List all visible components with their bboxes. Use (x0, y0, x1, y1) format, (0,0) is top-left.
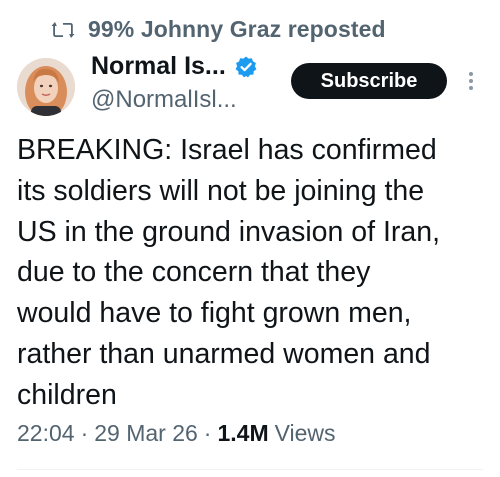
avatar-image (17, 58, 75, 116)
avatar[interactable] (17, 58, 75, 116)
more-options-icon[interactable] (464, 64, 478, 98)
views-label: Views (274, 420, 336, 446)
post-date[interactable]: 29 Mar 26 (94, 420, 198, 447)
subscribe-button[interactable]: Subscribe (291, 63, 447, 99)
author-name-row[interactable]: Normal Is... (91, 52, 258, 81)
views-count: 1.4M (217, 420, 269, 446)
meta-separator: · (80, 420, 89, 446)
more-options-dot (469, 79, 473, 83)
verified-badge-icon (235, 56, 257, 77)
more-options-dot (469, 86, 473, 90)
author-display-name[interactable]: Normal Is... (91, 52, 226, 81)
repost-indicator[interactable]: 99% Johnny Graz reposted (50, 16, 386, 43)
post-time[interactable]: 22:04 (17, 420, 75, 447)
post-metadata: 22:04 · 29 Mar 26 · 1.4M Views (17, 420, 336, 447)
author-handle[interactable]: @NormalIsl... (91, 86, 237, 114)
divider (17, 469, 483, 470)
meta-separator: · (203, 420, 212, 446)
more-options-dot (469, 72, 473, 76)
post-text: BREAKING: Israel has confirmed its soldi… (17, 134, 441, 411)
repost-icon (51, 21, 75, 38)
repost-text[interactable]: 99% Johnny Graz reposted (88, 16, 386, 43)
